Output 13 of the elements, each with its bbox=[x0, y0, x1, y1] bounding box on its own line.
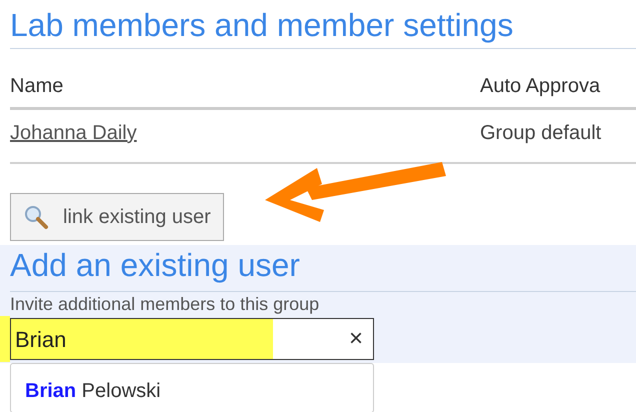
clear-button[interactable]: × bbox=[348, 321, 363, 357]
section-description: Invite additional members to this group bbox=[10, 293, 320, 316]
column-header: Name bbox=[10, 74, 64, 99]
page-title: Lab members and member settings bbox=[10, 6, 514, 45]
search-icon bbox=[23, 204, 49, 230]
highlighter-mark bbox=[0, 316, 10, 362]
search-field[interactable]: Brian × bbox=[10, 318, 374, 360]
section-title: Add an existing user bbox=[10, 246, 300, 285]
member-link[interactable]: Johanna Daily bbox=[10, 122, 137, 144]
link-existing-user-button[interactable]: link existing user bbox=[10, 193, 224, 241]
table-cell-text: Group default bbox=[480, 121, 602, 146]
suggestion-item[interactable]: Brian Pelowski bbox=[25, 376, 161, 406]
column-header: Auto Approva bbox=[480, 74, 600, 99]
